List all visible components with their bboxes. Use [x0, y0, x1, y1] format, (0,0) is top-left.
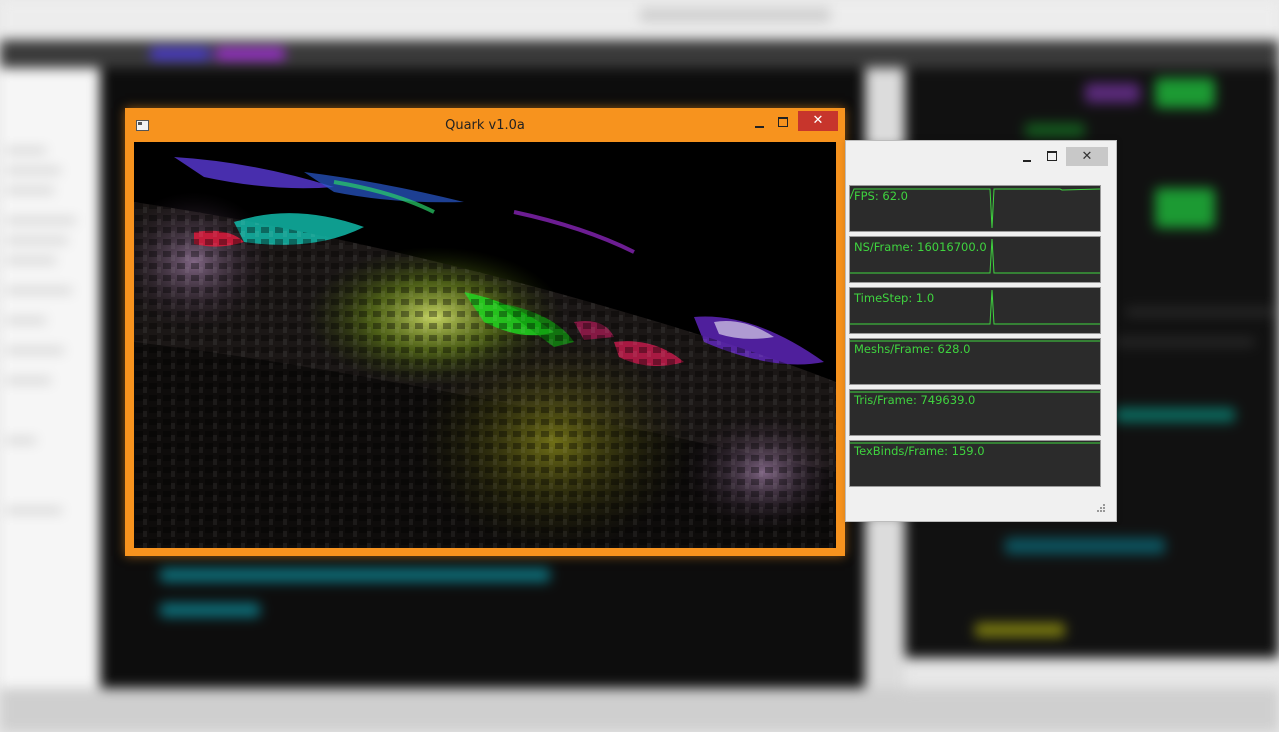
render-viewport[interactable]: [134, 142, 836, 548]
stats-maximize-button[interactable]: [1042, 148, 1062, 166]
ns-frame-graph: NS/Frame: 16016700.0: [849, 236, 1101, 283]
tris-frame-graph: Tris/Frame: 749639.0: [849, 389, 1101, 436]
bg-title-bar: [0, 0, 1279, 40]
resize-grip-icon[interactable]: [1096, 503, 1106, 513]
graph-label: FPS: 62.0: [854, 189, 908, 203]
graph-label: NS/Frame: 16016700.0: [854, 240, 987, 254]
graph-label: TimeStep: 1.0: [854, 291, 935, 305]
stats-close-button[interactable]: ✕: [1066, 147, 1108, 166]
graph-label: TexBinds/Frame: 159.0: [854, 444, 985, 458]
quark-title-bar[interactable]: Quark v1.0a ✕: [125, 108, 845, 142]
minimize-button[interactable]: [749, 114, 771, 134]
close-button[interactable]: ✕: [798, 111, 838, 131]
graph-label: Meshs/Frame: 628.0: [854, 342, 971, 356]
bg-file-tree: [0, 68, 100, 698]
stats-window: ✕ FPS: 62.0 NS/Frame: 16016700.0 TimeSte…: [845, 140, 1117, 522]
bg-status-bar: [0, 688, 1279, 732]
meshs-frame-graph: Meshs/Frame: 628.0: [849, 338, 1101, 385]
timestep-graph: TimeStep: 1.0: [849, 287, 1101, 334]
quark-window: Quark v1.0a ✕: [125, 108, 845, 556]
bg-toolbar: [0, 40, 1279, 68]
city-render-image: [134, 142, 836, 548]
fps-graph: FPS: 62.0: [849, 185, 1101, 232]
maximize-button[interactable]: [773, 114, 795, 134]
window-title: Quark v1.0a: [445, 118, 525, 133]
texbinds-frame-graph: TexBinds/Frame: 159.0: [849, 440, 1101, 487]
stats-minimize-button[interactable]: [1018, 150, 1038, 168]
graph-label: Tris/Frame: 749639.0: [854, 393, 976, 407]
